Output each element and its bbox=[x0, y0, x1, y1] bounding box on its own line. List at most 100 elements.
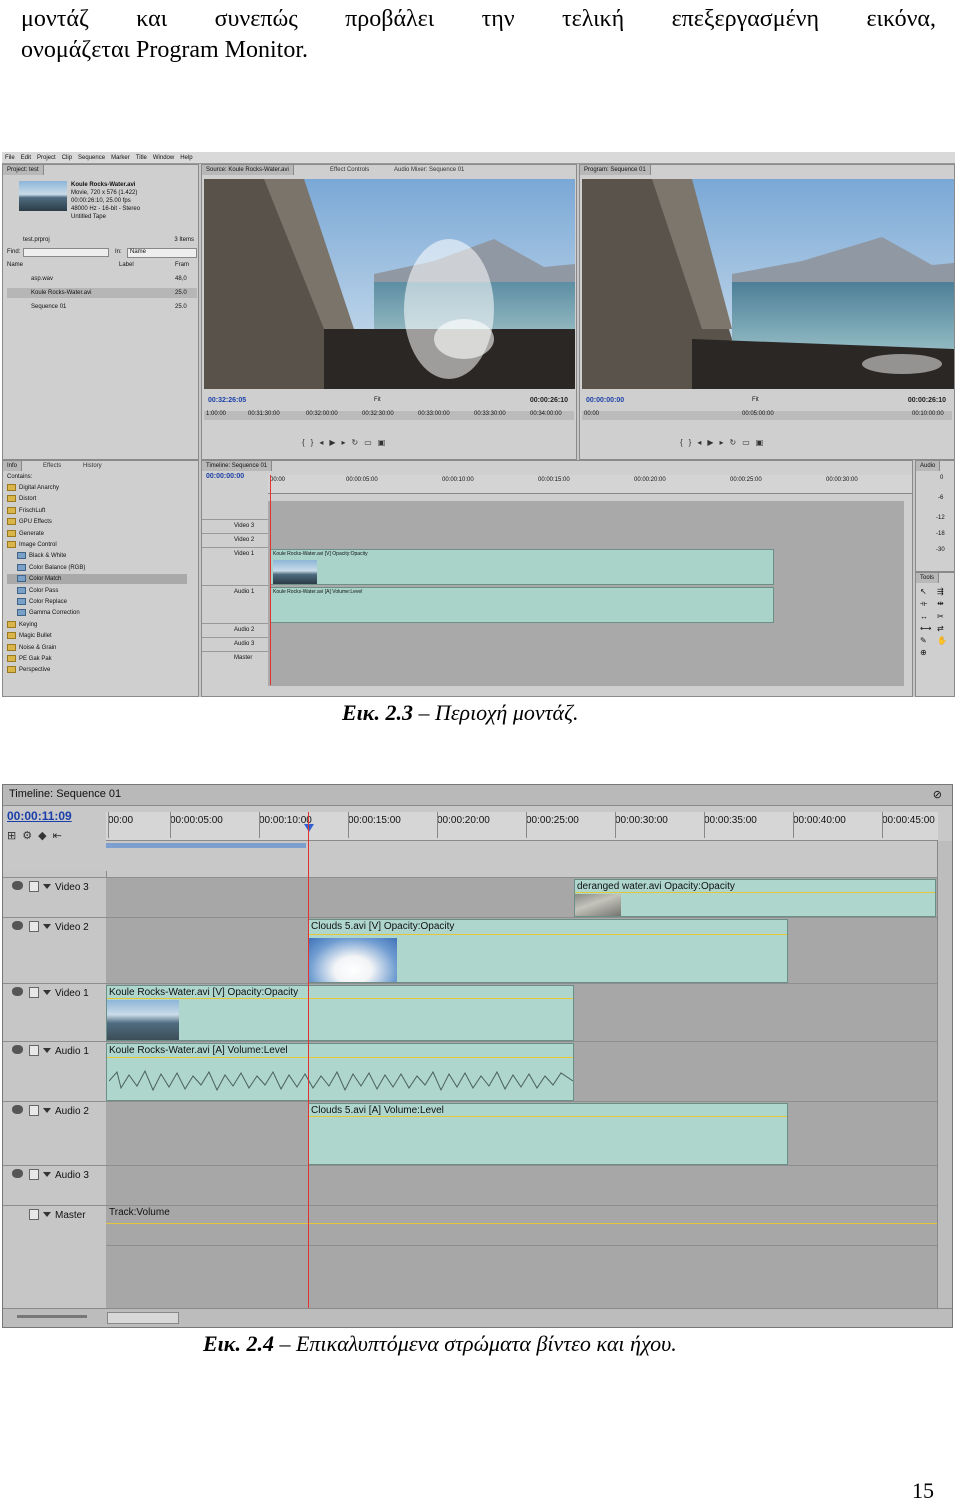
collapse-icon[interactable] bbox=[43, 1212, 51, 1217]
timeline-playhead[interactable] bbox=[308, 812, 309, 1312]
column-name[interactable]: Name bbox=[7, 262, 23, 268]
bin-item[interactable]: Koule Rocks-Water.avi 25.0 bbox=[7, 288, 197, 298]
menu-sequence[interactable]: Sequence bbox=[78, 155, 105, 161]
rate-stretch-tool-icon[interactable]: ↔ bbox=[920, 612, 934, 621]
clip-deranged-water[interactable]: deranged water.avi Opacity:Opacity bbox=[574, 879, 936, 917]
master-volume-label[interactable]: Track:Volume bbox=[109, 1207, 170, 1218]
lock-icon[interactable] bbox=[29, 987, 39, 998]
step-back-icon[interactable]: ◂ bbox=[697, 438, 701, 447]
source-fit-select[interactable]: Fit bbox=[374, 397, 381, 403]
loop-icon[interactable]: ↻ bbox=[352, 438, 359, 447]
source-transport-controls[interactable]: {} ◂ ▶ ▸ ↻ ▭ ▣ bbox=[302, 431, 472, 453]
eye-icon[interactable] bbox=[12, 987, 23, 996]
loop-icon[interactable]: ↻ bbox=[730, 438, 737, 447]
slip-tool-icon[interactable]: ⟷ bbox=[920, 624, 934, 633]
audio1-clip[interactable]: Koule Rocks-Water.avi [A] Volume:Level bbox=[270, 587, 774, 623]
insert-icon[interactable]: ▭ bbox=[364, 438, 372, 447]
effect-item[interactable]: Image Control bbox=[7, 540, 187, 550]
collapse-icon[interactable] bbox=[43, 990, 51, 995]
effect-item[interactable]: Gamma Correction bbox=[7, 608, 187, 618]
clip-clouds-video[interactable]: Clouds 5.avi [V] Opacity:Opacity bbox=[308, 919, 788, 983]
collapse-icon[interactable] bbox=[43, 1048, 51, 1053]
effect-item[interactable]: Magic Bullet bbox=[7, 631, 187, 641]
program-transport-controls[interactable]: {} ◂ ▶ ▸ ↻ ▭ ▣ bbox=[680, 431, 850, 453]
pen-tool-icon[interactable]: ✎ bbox=[920, 636, 934, 645]
effect-item[interactable]: Digital Anarchy bbox=[7, 483, 187, 493]
collapse-icon[interactable] bbox=[43, 1108, 51, 1113]
tab-project[interactable]: Project: test bbox=[3, 165, 44, 175]
tab-tools[interactable]: Tools bbox=[916, 573, 940, 583]
mark-out-icon[interactable]: } bbox=[311, 438, 314, 447]
menu-edit[interactable]: Edit bbox=[21, 155, 31, 161]
snap-icon[interactable]: ⊞ bbox=[7, 829, 16, 842]
video1-clip[interactable]: Koule Rocks-Water.avi [V] Opacity:Opacit… bbox=[270, 549, 774, 585]
edit-point-icon[interactable]: ⇤ bbox=[53, 829, 62, 842]
timeline-playhead[interactable] bbox=[270, 475, 271, 685]
effect-item[interactable]: Color Match bbox=[7, 574, 187, 585]
menu-title[interactable]: Title bbox=[136, 155, 147, 161]
ripple-tool-icon[interactable]: ⟛ bbox=[920, 599, 934, 609]
timeline-timecode[interactable]: 00:00:11:09 bbox=[7, 809, 72, 823]
collapse-icon[interactable] bbox=[43, 924, 51, 929]
source-timecode-left[interactable]: 00:32:26:05 bbox=[208, 397, 246, 404]
step-forward-icon[interactable]: ▸ bbox=[342, 438, 346, 447]
menu-marker[interactable]: Marker bbox=[111, 155, 130, 161]
program-fit-select[interactable]: Fit bbox=[752, 397, 759, 403]
clip-koule-audio[interactable]: Koule Rocks-Water.avi [A] Volume:Level bbox=[106, 1043, 574, 1101]
effect-item[interactable]: Color Pass bbox=[7, 586, 187, 596]
effect-item[interactable]: Perspective bbox=[7, 665, 187, 675]
menu-file[interactable]: File bbox=[5, 155, 15, 161]
bin-item[interactable]: asp.wav 48,0 bbox=[7, 274, 197, 284]
eye-icon[interactable] bbox=[12, 921, 23, 930]
tab-audio-mixer[interactable]: Audio Mixer: Sequence 01 bbox=[390, 165, 468, 175]
effect-item[interactable]: Noise & Grain bbox=[7, 643, 187, 653]
speaker-icon[interactable] bbox=[12, 1105, 23, 1114]
column-label[interactable]: Label bbox=[119, 262, 134, 268]
clip-clouds-audio[interactable]: Clouds 5.avi [A] Volume:Level bbox=[308, 1103, 788, 1165]
extract-icon[interactable]: ▣ bbox=[756, 438, 764, 447]
work-area-bar[interactable] bbox=[106, 843, 306, 848]
slide-tool-icon[interactable]: ⇄ bbox=[937, 624, 951, 633]
program-timecode-left[interactable]: 00:00:00:00 bbox=[586, 397, 624, 404]
effect-item[interactable]: Keying bbox=[7, 620, 187, 630]
playhead-marker-icon[interactable] bbox=[304, 824, 314, 832]
step-forward-icon[interactable]: ▸ bbox=[720, 438, 724, 447]
bin-item[interactable]: Sequence 01 25.0 bbox=[7, 302, 197, 312]
find-input[interactable] bbox=[23, 248, 109, 257]
speaker-icon[interactable] bbox=[12, 1045, 23, 1054]
effect-item[interactable]: Color Replace bbox=[7, 597, 187, 607]
effect-item[interactable]: Black & White bbox=[7, 551, 187, 561]
tab-source[interactable]: Source: Koule Rocks-Water.avi bbox=[202, 165, 294, 175]
rolling-tool-icon[interactable]: ⇹ bbox=[937, 599, 951, 609]
column-frame[interactable]: Fram bbox=[175, 262, 189, 268]
menu-project[interactable]: Project bbox=[37, 155, 56, 161]
lock-icon[interactable] bbox=[29, 1105, 39, 1116]
razor-tool-icon[interactable]: ✂ bbox=[937, 612, 951, 621]
in-select[interactable]: Name bbox=[127, 248, 197, 258]
menu-help[interactable]: Help bbox=[180, 155, 192, 161]
marker-icon[interactable]: ⚙ bbox=[22, 829, 32, 842]
timeline-timecode[interactable]: 00:00:00:00 bbox=[206, 473, 244, 480]
collapse-icon[interactable] bbox=[43, 884, 51, 889]
effect-item[interactable]: Distort bbox=[7, 494, 187, 504]
mark-out-icon[interactable]: } bbox=[689, 438, 692, 447]
master-volume-line[interactable] bbox=[106, 1223, 938, 1224]
selection-tool-icon[interactable]: ↖ bbox=[920, 587, 934, 596]
menu-clip[interactable]: Clip bbox=[62, 155, 72, 161]
zoom-slider[interactable] bbox=[17, 1315, 87, 1318]
lock-icon[interactable] bbox=[29, 921, 39, 932]
collapse-icon[interactable] bbox=[43, 1172, 51, 1177]
effect-item[interactable]: Color Balance (RGB) bbox=[7, 563, 187, 573]
panel-menu-icon[interactable]: ⊘ bbox=[933, 788, 942, 801]
effect-item[interactable]: GPU Effects bbox=[7, 517, 187, 527]
play-icon[interactable]: ▶ bbox=[329, 438, 335, 447]
horizontal-scrollbar[interactable] bbox=[107, 1312, 179, 1324]
vertical-scrollbar[interactable] bbox=[937, 841, 952, 1311]
keyframe-icon[interactable]: ◆ bbox=[38, 829, 46, 842]
menu-window[interactable]: Window bbox=[153, 155, 174, 161]
zoom-tool-icon[interactable]: ⊕ bbox=[920, 648, 934, 657]
effect-item[interactable]: FrischLuft bbox=[7, 506, 187, 516]
lift-icon[interactable]: ▭ bbox=[742, 438, 750, 447]
hand-tool-icon[interactable]: ✋ bbox=[937, 636, 951, 645]
tab-program[interactable]: Program: Sequence 01 bbox=[580, 165, 651, 175]
